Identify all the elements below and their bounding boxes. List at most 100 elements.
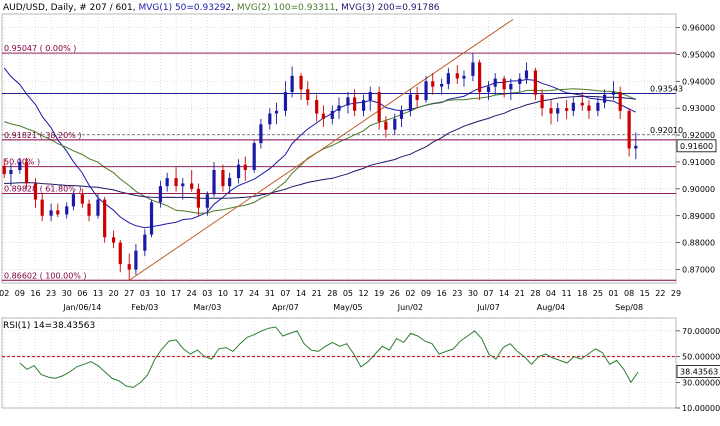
date-tick-label: 02	[0, 289, 9, 298]
candle-body	[587, 105, 591, 111]
date-tick-label: 07	[280, 289, 290, 298]
price-tick-label: 0.91000	[682, 158, 715, 167]
candle-body	[49, 210, 53, 216]
candle-body	[502, 78, 506, 90]
month-label: Aug/04	[537, 303, 566, 312]
candle-body	[158, 186, 163, 203]
candle-body	[524, 70, 529, 79]
candle-body	[353, 97, 357, 111]
date-tick-label: 12	[358, 289, 368, 298]
candle-body	[127, 264, 131, 270]
timeframe-label: Daily	[51, 3, 74, 13]
date-tick-label: 03	[140, 289, 150, 298]
ma100-label: MVG(2) 100=0.93311	[237, 3, 335, 13]
candle-body	[252, 143, 256, 171]
chart-window: AUD/USD, Daily, # 207 / 601, MVG(1) 50=0…	[0, 0, 720, 426]
rsi-value-label: 38.43563	[680, 367, 718, 376]
date-tick-label: 05	[343, 289, 353, 298]
candle-body	[424, 81, 428, 101]
price-tick-label: 0.95000	[682, 50, 715, 59]
price-tick-label: 0.93000	[682, 104, 715, 113]
candle-body	[165, 178, 169, 187]
candle-body	[580, 102, 584, 106]
price-tick-label: 0.87000	[682, 266, 715, 275]
price-tick-label: 0.94000	[682, 77, 715, 86]
candle-body	[174, 178, 178, 187]
date-tick-label: 21	[312, 289, 322, 298]
candle-body	[149, 202, 154, 235]
candle-body	[24, 161, 29, 184]
candle-body	[315, 100, 319, 114]
candle-body	[40, 199, 44, 216]
candle-body	[96, 199, 100, 216]
date-tick-label: 21	[515, 289, 525, 298]
candle-body	[415, 94, 419, 101]
candle-body	[478, 62, 482, 93]
rsi-tick-label: 70.00000	[682, 327, 720, 336]
candle-body	[361, 100, 366, 111]
fib-label: 0.86602 ( 100.00% )	[4, 271, 87, 280]
candle-body	[243, 164, 247, 171]
date-tick-label: 28	[530, 289, 540, 298]
date-tick-label: 10	[218, 289, 228, 298]
date-tick-label: 30	[468, 289, 478, 298]
date-tick-label: 23	[46, 289, 56, 298]
candle-body	[103, 199, 107, 238]
candle-body	[393, 118, 397, 130]
fib-label: 0.89828 ( 61.80% )	[4, 184, 81, 193]
month-label: Apr/07	[272, 303, 299, 312]
date-tick-label: 18	[577, 289, 587, 298]
date-tick-label: 30	[62, 289, 72, 298]
rsi-tick-label: 30.00000	[682, 378, 720, 387]
bar-info-label: # 207 / 601	[79, 3, 133, 13]
level-label: 0.93543	[650, 85, 683, 94]
price-tick-label: 0.88000	[682, 239, 715, 248]
date-tick-label: 23	[452, 289, 462, 298]
candle-body	[462, 75, 466, 79]
date-tick-label: 27	[124, 289, 134, 298]
candle-body	[71, 194, 76, 207]
ma200-label: MVG(3) 200=0.91786	[341, 3, 440, 13]
candle-body	[596, 102, 600, 111]
date-tick-label: 29	[671, 289, 681, 298]
date-tick-label: 22	[655, 289, 665, 298]
date-tick-label: 09	[15, 289, 25, 298]
date-tick-label: 14	[499, 289, 509, 298]
candle-body	[455, 73, 459, 79]
candle-body	[290, 75, 294, 93]
candle-body	[337, 105, 341, 111]
month-label: Jan/06/14	[62, 303, 101, 312]
candle-body	[533, 70, 537, 95]
price-tick-label: 0.96000	[682, 23, 715, 32]
ma50-label: MVG(1) 50=0.93292	[138, 3, 231, 13]
date-tick-label: 28	[327, 289, 337, 298]
candle-body	[571, 102, 575, 111]
candle-body	[540, 94, 544, 109]
date-tick-label: 14	[296, 289, 306, 298]
rsi-title: RSI(1) 14=38.43563	[3, 321, 95, 331]
candle-body	[111, 237, 116, 243]
candle-body	[283, 92, 288, 111]
date-tick-label: 24	[187, 289, 197, 298]
date-tick-label: 07	[483, 289, 493, 298]
candle-body	[33, 183, 38, 200]
candle-body	[274, 110, 279, 114]
candle-body	[196, 188, 200, 208]
fib-label: 0.95047 ( 0.00% )	[4, 44, 76, 53]
candle-body	[236, 164, 241, 179]
candle-body	[228, 178, 232, 187]
candle-body	[377, 92, 381, 122]
date-tick-label: 24	[249, 289, 259, 298]
date-tick-label: 09	[421, 289, 431, 298]
date-tick-label: 26	[390, 289, 400, 298]
candle-body	[56, 210, 60, 215]
candle-body	[330, 110, 334, 119]
date-tick-label: 06	[77, 289, 87, 298]
candle-body	[627, 110, 631, 149]
month-label: Mar/03	[193, 303, 221, 312]
candle-body	[321, 113, 325, 119]
candle-body	[299, 75, 303, 90]
candle-body	[9, 170, 13, 175]
current-price-label: 0.91600	[680, 142, 713, 151]
candle-body	[346, 97, 350, 106]
